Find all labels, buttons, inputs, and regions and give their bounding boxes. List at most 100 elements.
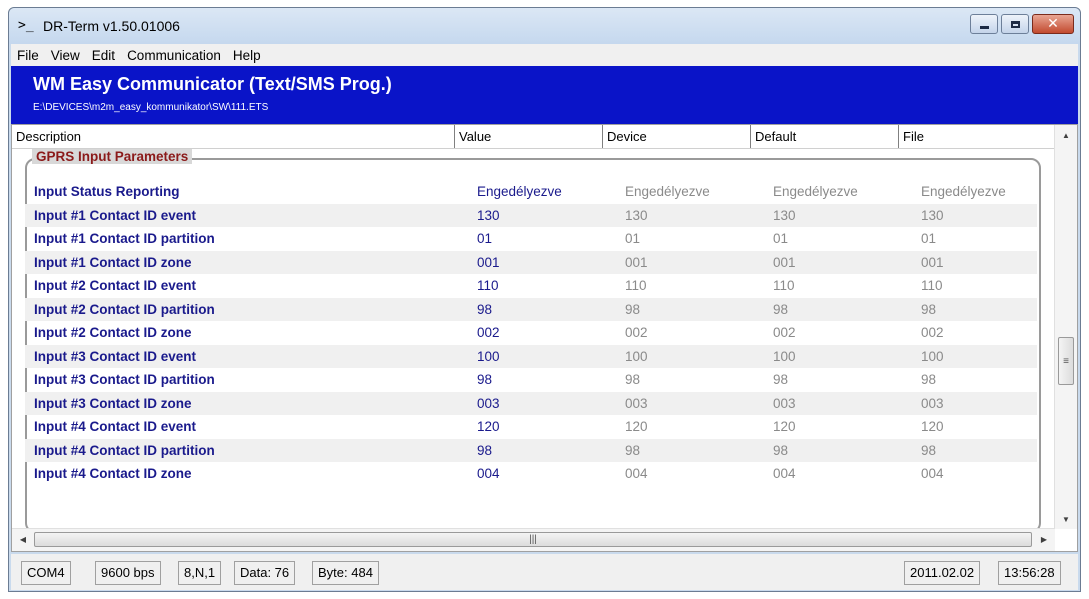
close-icon: ✕ <box>1047 16 1059 32</box>
description-cell: Input Status Reporting <box>34 184 180 200</box>
file-cell: 100 <box>921 348 944 364</box>
window-title: DR-Term v1.50.01006 <box>43 18 180 34</box>
file-cell: 003 <box>921 395 944 411</box>
value-cell[interactable]: 98 <box>468 372 616 387</box>
close-button[interactable]: ✕ <box>1032 14 1074 34</box>
device-cell: Engedélyezve <box>625 184 710 200</box>
default-cell: 130 <box>773 207 796 223</box>
file-cell: 004 <box>921 466 944 482</box>
file-cell: 98 <box>921 372 937 388</box>
vertical-scrollbar[interactable]: ▲ ≡ ▼ <box>1054 125 1077 529</box>
column-header-device[interactable]: Device <box>603 125 751 148</box>
status-baud: 9600 bps <box>95 561 161 585</box>
description-cell: Input #2 Contact ID event <box>34 278 197 294</box>
device-cell: 004 <box>625 466 648 482</box>
value-cell[interactable]: 004 <box>468 466 616 481</box>
file-cell: 130 <box>921 207 944 223</box>
device-cell: 002 <box>625 325 648 341</box>
value-cell[interactable]: 01 <box>468 231 616 246</box>
table-row[interactable]: Input #4 Contact ID zone 004 004 004 004 <box>25 462 1037 486</box>
value-cell[interactable]: Engedélyezve <box>468 184 616 199</box>
status-byte: Byte: 484 <box>312 561 379 585</box>
vertical-scroll-thumb[interactable]: ≡ <box>1058 337 1074 385</box>
scroll-down-arrow-icon[interactable]: ▼ <box>1055 511 1077 528</box>
description-cell: Input #3 Contact ID zone <box>34 395 192 411</box>
column-header-default[interactable]: Default <box>751 125 899 148</box>
device-cell: 98 <box>625 372 641 388</box>
device-banner: WM Easy Communicator (Text/SMS Prog.) E:… <box>11 66 1078 124</box>
table-row[interactable]: Input #4 Contact ID event 120 120 120 120 <box>25 415 1037 439</box>
description-cell: Input #3 Contact ID event <box>34 348 197 364</box>
table-row[interactable]: Input #3 Contact ID zone 003 003 003 003 <box>25 391 1037 415</box>
horizontal-scrollbar[interactable]: ◀ ||| ▶ <box>12 528 1055 551</box>
value-cell[interactable]: 120 <box>468 419 616 434</box>
table-row[interactable]: Input #4 Contact ID partition 98 98 98 98 <box>25 438 1037 462</box>
minimize-button[interactable] <box>970 14 998 34</box>
maximize-icon <box>1010 20 1020 28</box>
scroll-left-arrow-icon[interactable]: ◀ <box>14 529 32 551</box>
value-cell[interactable]: 002 <box>468 325 616 340</box>
value-cell[interactable]: 001 <box>468 255 616 270</box>
table-row[interactable]: Input #2 Contact ID partition 98 98 98 98 <box>25 297 1037 321</box>
value-cell[interactable]: 100 <box>468 349 616 364</box>
value-cell[interactable]: 130 <box>468 208 616 223</box>
default-cell: 98 <box>773 442 789 458</box>
table-row[interactable]: Input #3 Contact ID partition 98 98 98 98 <box>25 368 1037 392</box>
description-cell: Input #1 Contact ID partition <box>34 231 215 247</box>
scroll-right-arrow-icon[interactable]: ▶ <box>1035 529 1053 551</box>
column-header-value[interactable]: Value <box>455 125 603 148</box>
table-row[interactable]: Input Status Reporting Engedélyezve Engedé… <box>25 180 1037 204</box>
group-title: GPRS Input Parameters <box>32 149 193 164</box>
title-bar[interactable]: >_ DR-Term v1.50.01006 ✕ <box>9 8 1080 44</box>
app-window: >_ DR-Term v1.50.01006 ✕ File View Edit … <box>8 7 1081 592</box>
description-cell: Input #2 Contact ID partition <box>34 301 215 317</box>
description-cell: Input #1 Contact ID event <box>34 207 197 223</box>
menu-communication[interactable]: Communication <box>121 48 227 63</box>
parameter-rows: Input Status Reporting Engedélyezve Engedé… <box>25 180 1037 486</box>
table-row[interactable]: Input #1 Contact ID partition 01 01 01 01 <box>25 227 1037 251</box>
file-cell: 98 <box>921 442 937 458</box>
table-row[interactable]: Input #1 Contact ID zone 001 001 001 001 <box>25 250 1037 274</box>
description-cell: Input #1 Contact ID zone <box>34 254 192 270</box>
default-cell: 01 <box>773 231 789 247</box>
default-cell: 003 <box>773 395 796 411</box>
description-cell: Input #4 Contact ID partition <box>34 442 215 458</box>
value-cell[interactable]: 98 <box>468 443 616 458</box>
value-cell[interactable]: 110 <box>468 278 616 293</box>
value-cell[interactable]: 98 <box>468 302 616 317</box>
horizontal-scroll-thumb[interactable]: ||| <box>34 532 1032 547</box>
file-cell: 001 <box>921 254 944 270</box>
column-header-file[interactable]: File <box>899 125 1055 148</box>
default-cell: 002 <box>773 325 796 341</box>
default-cell: 110 <box>773 278 795 294</box>
status-time: 13:56:28 <box>998 561 1061 585</box>
status-bar: COM4 9600 bps 8,N,1 Data: 76 Byte: 484 2… <box>11 554 1078 590</box>
grid-header: Description Value Device Default File <box>12 125 1055 149</box>
description-cell: Input #4 Contact ID event <box>34 419 197 435</box>
menu-help[interactable]: Help <box>227 48 267 63</box>
default-cell: 98 <box>773 372 789 388</box>
menu-view[interactable]: View <box>45 48 86 63</box>
value-cell[interactable]: 003 <box>468 396 616 411</box>
status-date: 2011.02.02 <box>904 561 981 585</box>
table-row[interactable]: Input #3 Contact ID event 100 100 100 100 <box>25 344 1037 368</box>
menu-file[interactable]: File <box>11 48 45 63</box>
maximize-button[interactable] <box>1001 14 1029 34</box>
column-header-description[interactable]: Description <box>12 125 455 148</box>
table-row[interactable]: Input #2 Contact ID zone 002 002 002 002 <box>25 321 1037 345</box>
status-data: Data: 76 <box>234 561 296 585</box>
default-cell: 100 <box>773 348 796 364</box>
status-port: COM4 <box>21 561 71 585</box>
device-cell: 130 <box>625 207 648 223</box>
description-cell: Input #2 Contact ID zone <box>34 325 192 341</box>
scroll-up-arrow-icon[interactable]: ▲ <box>1055 127 1077 144</box>
menu-edit[interactable]: Edit <box>86 48 121 63</box>
description-cell: Input #3 Contact ID partition <box>34 372 215 388</box>
default-cell: 98 <box>773 301 789 317</box>
device-title: WM Easy Communicator (Text/SMS Prog.) <box>33 74 392 94</box>
table-row[interactable]: Input #2 Contact ID event 110 110 110 110 <box>25 274 1037 298</box>
device-cell: 110 <box>625 278 647 294</box>
file-cell: 120 <box>921 419 944 435</box>
table-row[interactable]: Input #1 Contact ID event 130 130 130 130 <box>25 203 1037 227</box>
minimize-icon <box>979 25 989 29</box>
